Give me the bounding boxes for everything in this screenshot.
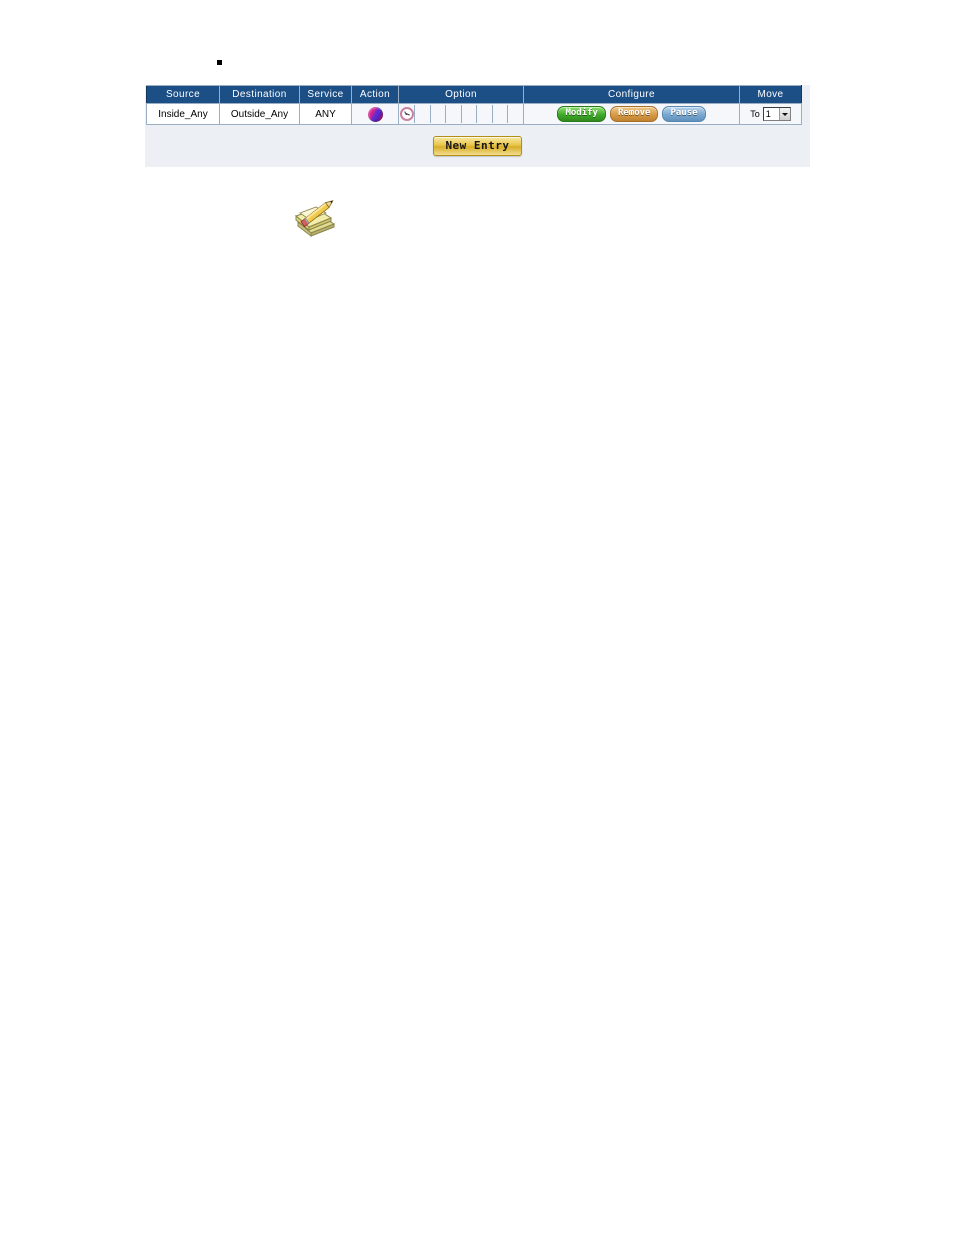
policy-table-body: Inside_Any Outside_Any ANY Modify Remove… — [146, 103, 802, 125]
cell-option — [398, 103, 524, 125]
column-header-move: Move — [739, 85, 802, 104]
column-header-option: Option — [398, 85, 524, 104]
cell-source: Inside_Any — [146, 103, 220, 125]
option-cell-5[interactable] — [460, 105, 477, 123]
square-bullet-marker — [217, 60, 222, 65]
move-position-value: 1 — [765, 109, 771, 119]
option-cell-8[interactable] — [507, 105, 523, 123]
modify-button[interactable]: Modify — [557, 106, 606, 122]
cell-service: ANY — [299, 103, 352, 125]
column-header-service: Service — [299, 85, 352, 104]
policy-table: Source Destination Service Action Option… — [146, 85, 802, 125]
policy-table-header: Source Destination Service Action Option… — [146, 85, 802, 104]
move-position-select[interactable]: 1 — [762, 107, 791, 121]
cell-action — [351, 103, 399, 125]
firewall-policy-panel: Source Destination Service Action Option… — [145, 85, 810, 167]
cell-configure: Modify Remove Pause — [523, 103, 740, 125]
option-cell-3[interactable] — [429, 105, 446, 123]
cell-move: To 1 — [739, 103, 802, 125]
table-row: Inside_Any Outside_Any ANY Modify Remove… — [146, 103, 802, 125]
option-cell-2[interactable] — [414, 105, 431, 123]
option-cell-schedule[interactable] — [399, 105, 415, 123]
move-to-label: To — [750, 109, 760, 119]
option-subgrid — [399, 105, 523, 123]
cell-destination: Outside_Any — [219, 103, 300, 125]
configure-button-group: Modify Remove Pause — [524, 104, 739, 124]
column-header-action: Action — [351, 85, 399, 104]
move-control: To 1 — [740, 104, 801, 124]
chevron-down-icon — [778, 108, 790, 120]
note-pencil-icon — [290, 196, 338, 240]
column-header-source: Source — [146, 85, 220, 104]
column-header-destination: Destination — [219, 85, 300, 104]
pass-sphere-icon — [367, 106, 383, 122]
header-row: Source Destination Service Action Option… — [146, 85, 802, 104]
option-cell-6[interactable] — [476, 105, 493, 123]
option-cell-7[interactable] — [491, 105, 508, 123]
schedule-clock-icon — [399, 107, 414, 121]
new-entry-button[interactable]: New Entry — [433, 136, 522, 156]
column-header-configure: Configure — [523, 85, 740, 104]
pause-button[interactable]: Pause — [662, 106, 706, 122]
remove-button[interactable]: Remove — [609, 106, 659, 122]
option-cell-4[interactable] — [445, 105, 462, 123]
new-entry-row: New Entry — [145, 125, 810, 167]
